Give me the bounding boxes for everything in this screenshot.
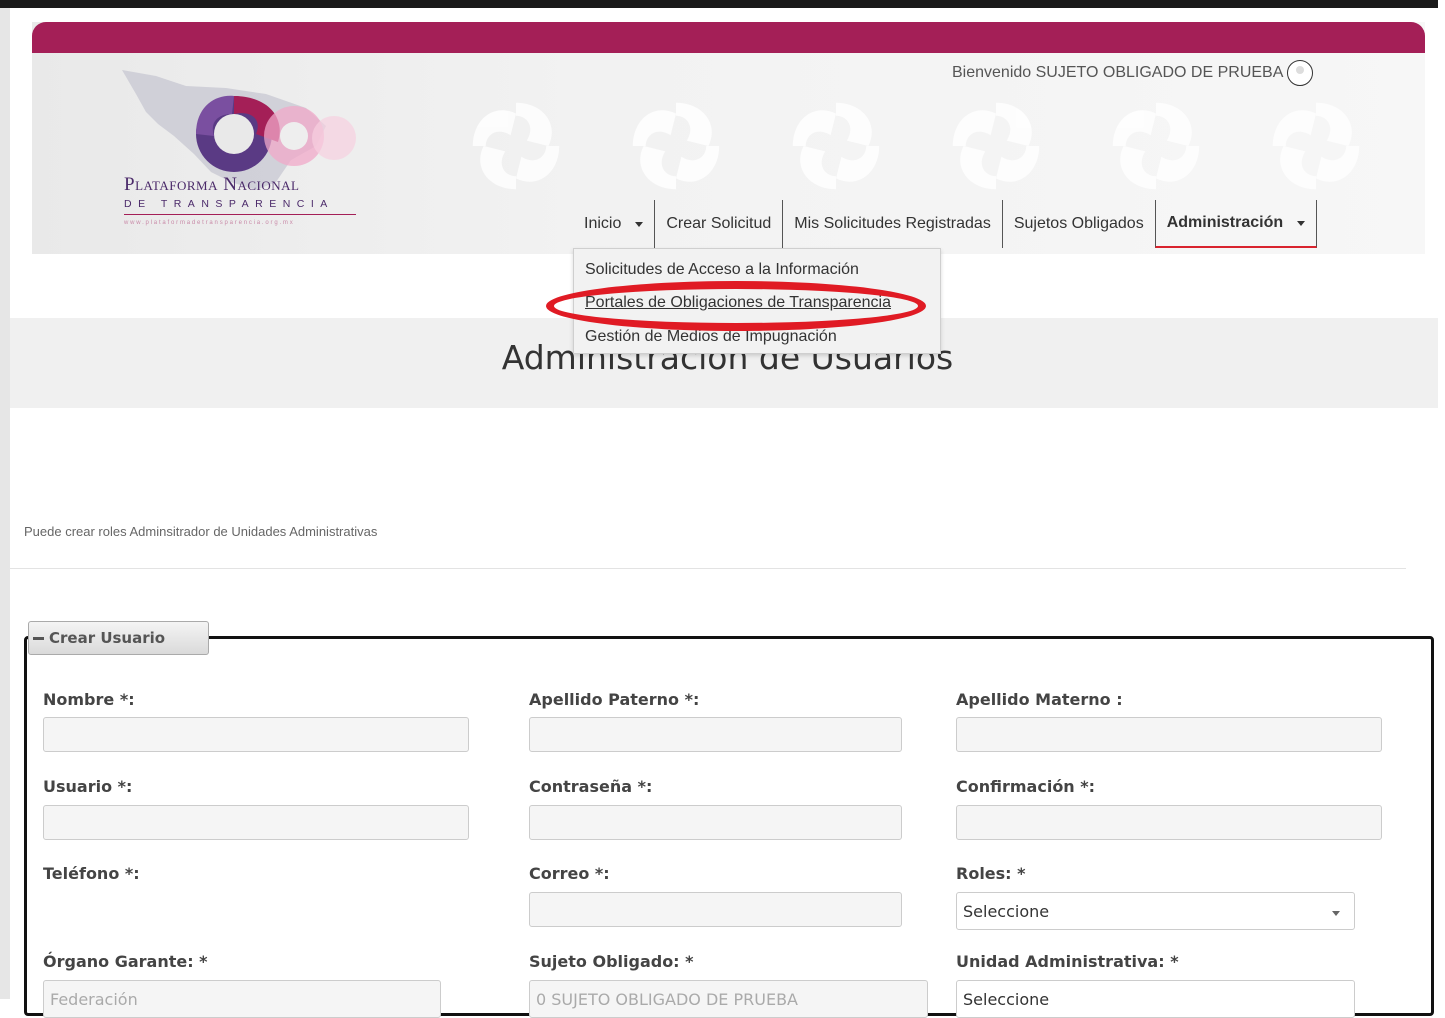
- confirmacion-input[interactable]: [956, 805, 1382, 840]
- sujeto-obligado-value: 0 SUJETO OBLIGADO DE PRUEBA: [536, 989, 798, 1009]
- minus-icon: [33, 636, 44, 640]
- menu-item-solicitudes-acceso[interactable]: Solicitudes de Acceso a la Información: [585, 261, 859, 279]
- nav-inicio[interactable]: Inicio: [573, 200, 654, 248]
- nav-crear-solicitud-label: Crear Solicitud: [666, 215, 772, 232]
- label-sujeto-obligado: Sujeto Obligado: *: [529, 952, 694, 971]
- organo-garante-select[interactable]: Federación: [43, 980, 441, 1018]
- info-text: Puede crear roles Adminsitrador de Unida…: [24, 524, 378, 539]
- swirl-icon: [632, 102, 720, 190]
- nav-mis-solicitudes[interactable]: Mis Solicitudes Registradas: [782, 200, 1002, 248]
- label-apellido-paterno: Apellido Paterno *:: [529, 690, 700, 709]
- main-nav: Inicio Crear Solicitud Mis Solicitudes R…: [573, 200, 1318, 248]
- nav-mis-solicitudes-label: Mis Solicitudes Registradas: [794, 215, 991, 232]
- label-apellido-materno: Apellido Materno :: [956, 690, 1123, 709]
- roles-select-value: Seleccione: [963, 901, 1050, 921]
- swirl-icon: [952, 102, 1040, 190]
- unidad-administrativa-select[interactable]: Seleccione: [956, 980, 1355, 1018]
- logo-title: Plataforma Nacional: [124, 174, 300, 195]
- logo-subtitle: de Transparencia: [124, 198, 334, 210]
- usuario-input[interactable]: [43, 805, 469, 840]
- header-pattern: [432, 82, 1425, 212]
- swirl-icon: [1272, 102, 1360, 190]
- unidad-administrativa-value: Seleccione: [963, 989, 1050, 1009]
- label-organo-garante: Órgano Garante: *: [43, 952, 208, 971]
- label-nombre: Nombre *:: [43, 690, 135, 709]
- apellido-materno-input[interactable]: [956, 717, 1382, 752]
- nav-inicio-label: Inicio: [584, 215, 622, 232]
- nav-sujetos-obligados-label: Sujetos Obligados: [1013, 215, 1144, 232]
- roles-select[interactable]: Seleccione: [956, 892, 1355, 930]
- label-contrasena: Contraseña *:: [529, 777, 653, 796]
- label-roles: Roles: *: [956, 864, 1026, 883]
- correo-input[interactable]: [529, 892, 902, 927]
- chevron-down-icon: [1332, 911, 1340, 916]
- nav-sujetos-obligados[interactable]: Sujetos Obligados: [1001, 200, 1155, 248]
- nombre-input[interactable]: [43, 717, 469, 752]
- nav-administracion[interactable]: Administración: [1154, 200, 1318, 248]
- logo-url: www.plataformadetransparencia.org.mx: [124, 220, 295, 226]
- contrasena-input[interactable]: [529, 805, 902, 840]
- swirl-icon: [472, 102, 560, 190]
- swirl-icon: [1112, 102, 1200, 190]
- label-telefono: Teléfono *:: [43, 864, 140, 883]
- label-confirmacion: Confirmación *:: [956, 777, 1096, 796]
- right-edge: [1438, 0, 1445, 999]
- crear-usuario-label: Crear Usuario: [49, 629, 166, 647]
- apellido-paterno-input[interactable]: [529, 717, 902, 752]
- sujeto-obligado-select[interactable]: 0 SUJETO OBLIGADO DE PRUEBA: [529, 980, 928, 1018]
- logo-divider: [124, 214, 356, 215]
- welcome-message: Bienvenido SUJETO OBLIGADO DE PRUEBA: [952, 60, 1314, 86]
- user-avatar-icon[interactable]: [1287, 60, 1314, 86]
- label-correo: Correo *:: [529, 864, 610, 883]
- divider: [10, 568, 1406, 569]
- chevron-down-icon: [1297, 220, 1306, 226]
- swirl-icon: [792, 102, 880, 190]
- highlight-ellipse: [546, 281, 926, 331]
- browser-top-bar: [0, 0, 1445, 8]
- left-edge: [0, 8, 10, 999]
- nav-administracion-label: Administración: [1166, 214, 1284, 231]
- label-usuario: Usuario *:: [43, 777, 133, 796]
- crear-usuario-toggle[interactable]: Crear Usuario: [28, 621, 209, 655]
- welcome-text: Bienvenido SUJETO OBLIGADO DE PRUEBA: [952, 64, 1284, 81]
- chevron-down-icon: [635, 221, 644, 227]
- header-band: [32, 22, 1425, 53]
- organo-garante-value: Federación: [50, 989, 138, 1009]
- label-unidad-administrativa: Unidad Administrativa: *: [956, 952, 1179, 971]
- nav-crear-solicitud[interactable]: Crear Solicitud: [654, 200, 782, 248]
